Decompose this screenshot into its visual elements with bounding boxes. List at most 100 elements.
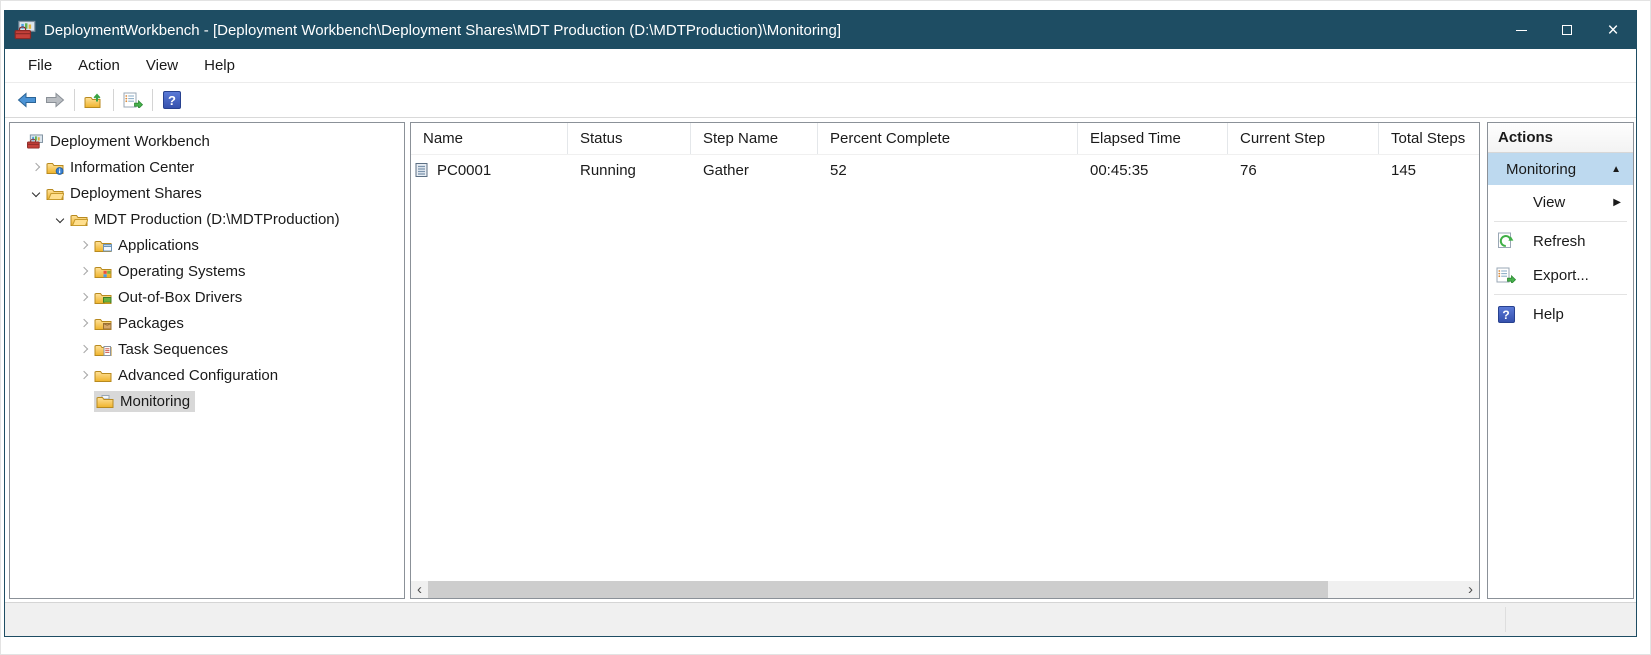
close-button[interactable]: × xyxy=(1590,11,1636,49)
tree-item-label: Out-of-Box Drivers xyxy=(118,289,242,306)
tree-item-label: Information Center xyxy=(70,159,194,176)
minimize-button[interactable] xyxy=(1498,11,1544,49)
toolbar-separator xyxy=(74,89,75,111)
blank-icon-spacer xyxy=(1496,193,1516,211)
tree-item-applications[interactable]: Applications xyxy=(10,232,404,258)
collapse-icon[interactable]: ▲ xyxy=(1611,164,1621,175)
tree-item-label: Deployment Shares xyxy=(70,185,202,202)
tree-item-operating-systems[interactable]: Operating Systems xyxy=(10,258,404,284)
tree-item-out-of-box-drivers[interactable]: Out-of-Box Drivers xyxy=(10,284,404,310)
minimize-icon xyxy=(1516,30,1527,31)
actions-pane: Actions Monitoring ▲ View ▶ xyxy=(1487,122,1634,599)
expander-expanded-icon[interactable] xyxy=(26,183,46,203)
folder-packages-icon xyxy=(94,316,112,331)
status-bar-divider xyxy=(1505,607,1506,632)
action-label: Export... xyxy=(1533,267,1621,284)
scroll-right-button[interactable]: › xyxy=(1462,581,1479,598)
column-header-current-step[interactable]: Current Step xyxy=(1228,123,1379,154)
action-label: Refresh xyxy=(1533,233,1621,250)
expander-collapsed-icon[interactable] xyxy=(74,261,94,281)
folder-task-sequences-icon xyxy=(94,342,112,357)
tree-item-label: Applications xyxy=(118,237,199,254)
tree-item-mdt-production[interactable]: MDT Production (D:\MDTProduction) xyxy=(10,206,404,232)
folder-icon xyxy=(94,368,112,383)
window-controls: × xyxy=(1498,11,1636,49)
scrollbar-track[interactable] xyxy=(428,581,1462,598)
toolbar-separator xyxy=(152,89,153,111)
forward-button[interactable] xyxy=(41,86,69,114)
column-header-total-steps[interactable]: Total Steps xyxy=(1379,123,1475,154)
expander-collapsed-icon[interactable] xyxy=(74,235,94,255)
cell-status: Running xyxy=(568,155,691,185)
table-row[interactable]: PC0001 Running Gather 52 00:45:35 76 145 xyxy=(411,155,1479,185)
cell-total-steps: 145 xyxy=(1379,155,1475,185)
action-help[interactable]: ? Help xyxy=(1488,297,1633,331)
tree-item-deployment-workbench[interactable]: Deployment Workbench xyxy=(10,128,404,154)
expander-collapsed-icon[interactable] xyxy=(74,313,94,333)
menu-view[interactable]: View xyxy=(133,52,191,79)
folder-applications-icon xyxy=(94,238,112,253)
help-button[interactable]: ? xyxy=(158,86,186,114)
app-icon xyxy=(14,20,36,40)
forward-icon xyxy=(45,92,65,108)
actions-group-monitoring[interactable]: Monitoring ▲ xyxy=(1488,153,1633,185)
tree-item-label: Deployment Workbench xyxy=(50,133,210,150)
toolbar-separator xyxy=(113,89,114,111)
tree-selection-highlight: Monitoring xyxy=(94,391,195,412)
results-pane: Name Status Step Name Percent Complete E… xyxy=(410,122,1480,599)
computer-icon xyxy=(414,162,430,178)
tree-item-task-sequences[interactable]: Task Sequences xyxy=(10,336,404,362)
expander-collapsed-icon[interactable] xyxy=(74,339,94,359)
export-list-button[interactable] xyxy=(119,86,147,114)
export-icon xyxy=(1496,266,1516,284)
cell-percent-complete: 52 xyxy=(818,155,1078,185)
actions-separator xyxy=(1494,294,1627,295)
tree-item-advanced-configuration[interactable]: Advanced Configuration xyxy=(10,362,404,388)
cell-current-step: 76 xyxy=(1228,155,1379,185)
expander-collapsed-icon[interactable] xyxy=(26,157,46,177)
maximize-button[interactable] xyxy=(1544,11,1590,49)
tree-item-label: MDT Production (D:\MDTProduction) xyxy=(94,211,340,228)
expander-collapsed-icon[interactable] xyxy=(74,365,94,385)
status-bar xyxy=(5,602,1636,636)
menu-help[interactable]: Help xyxy=(191,52,248,79)
scrollbar-thumb[interactable] xyxy=(428,581,1328,598)
console-tree-pane: Deployment Workbench Information Center xyxy=(9,122,405,599)
column-header-name[interactable]: Name xyxy=(411,123,568,154)
toolbar: ? xyxy=(5,82,1636,118)
menu-action[interactable]: Action xyxy=(65,52,133,79)
folder-open-icon xyxy=(46,186,64,201)
actions-separator xyxy=(1494,221,1627,222)
column-header-elapsed-time[interactable]: Elapsed Time xyxy=(1078,123,1228,154)
back-button[interactable] xyxy=(13,86,41,114)
tree-item-label: Advanced Configuration xyxy=(118,367,278,384)
folder-operating-systems-icon xyxy=(94,264,112,279)
scroll-left-button[interactable]: ‹ xyxy=(411,581,428,598)
tree-item-label: Packages xyxy=(118,315,184,332)
show-console-tree-button[interactable] xyxy=(80,86,108,114)
folder-info-icon xyxy=(46,160,64,175)
tree-item-packages[interactable]: Packages xyxy=(10,310,404,336)
action-export[interactable]: Export... xyxy=(1488,258,1633,292)
column-header-percent-complete[interactable]: Percent Complete xyxy=(818,123,1078,154)
tree-item-information-center[interactable]: Information Center xyxy=(10,154,404,180)
expander-spacer xyxy=(74,391,94,411)
cell-step-name: Gather xyxy=(691,155,818,185)
expander-collapsed-icon[interactable] xyxy=(74,287,94,307)
horizontal-scrollbar: ‹ › xyxy=(411,581,1479,598)
menu-file[interactable]: File xyxy=(15,52,65,79)
expander-expanded-icon[interactable] xyxy=(50,209,70,229)
workbench-icon xyxy=(26,134,44,149)
export-list-icon xyxy=(123,92,143,108)
column-header-status[interactable]: Status xyxy=(568,123,691,154)
submenu-arrow-icon: ▶ xyxy=(1613,197,1621,208)
help-icon: ? xyxy=(163,91,181,109)
action-view[interactable]: View ▶ xyxy=(1488,185,1633,219)
folder-monitoring-icon xyxy=(96,394,114,409)
refresh-icon xyxy=(1496,232,1516,250)
maximize-icon xyxy=(1562,25,1572,35)
tree-item-monitoring[interactable]: Monitoring xyxy=(10,388,404,414)
tree-item-deployment-shares[interactable]: Deployment Shares xyxy=(10,180,404,206)
column-header-step-name[interactable]: Step Name xyxy=(691,123,818,154)
action-refresh[interactable]: Refresh xyxy=(1488,224,1633,258)
